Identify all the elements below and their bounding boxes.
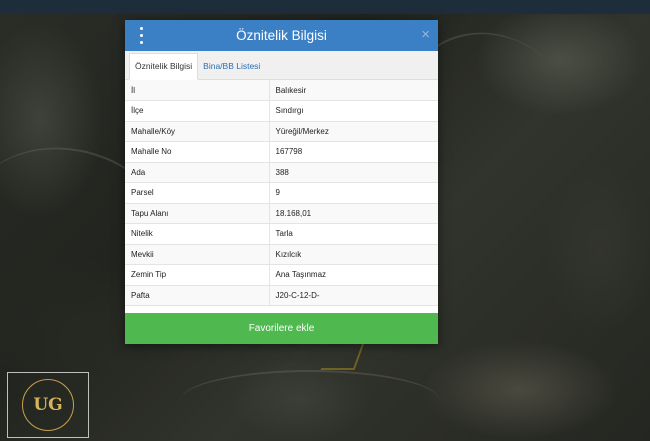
attribute-key: Tapu Alanı <box>125 203 270 224</box>
dialog-header: Öznitelik Bilgisi × <box>125 20 438 51</box>
attribute-value: Tarla <box>269 223 438 245</box>
attribute-key: Parsel <box>125 182 270 204</box>
attribute-value: Kızılcık <box>269 244 438 265</box>
tab-building-list[interactable]: Bina/BB Listesi <box>198 54 265 79</box>
attribute-table: İl Balıkesir İlçe Sındırgı Mahalle/Köy Yüreği… <box>125 80 438 306</box>
attribute-value: J20-C-12-D- <box>269 285 438 306</box>
table-row: Zemin Tip Ana Taşınmaz <box>125 264 438 286</box>
table-row: Parsel 9 <box>125 182 438 204</box>
attribute-value: 167798 <box>269 141 438 163</box>
table-row: Pafta J20-C-12-D- <box>125 285 438 306</box>
attribute-key: Pafta <box>125 285 270 306</box>
top-bar <box>0 0 650 14</box>
attribute-key: Zemin Tip <box>125 264 270 286</box>
table-row: Mahalle No 167798 <box>125 141 438 163</box>
attribute-key: İl <box>125 80 270 101</box>
attribute-value: 388 <box>269 162 438 183</box>
watermark-logo: UG <box>7 372 89 438</box>
attribute-value: Sındırgı <box>269 100 438 122</box>
attribute-key: Nitelik <box>125 223 270 245</box>
add-to-favorites-button[interactable]: Favorilere ekle <box>125 313 438 344</box>
close-icon[interactable]: × <box>421 26 430 43</box>
attribute-key: İlçe <box>125 100 270 122</box>
table-row: Nitelik Tarla <box>125 223 438 245</box>
attribute-dialog: Öznitelik Bilgisi × Öznitelik Bilgisi Bi… <box>125 20 438 344</box>
table-row: Mevkii Kızılcık <box>125 244 438 265</box>
tab-attributes[interactable]: Öznitelik Bilgisi <box>129 53 199 80</box>
attribute-value: Yüreğil/Merkez <box>269 121 438 142</box>
tab-bar: Öznitelik Bilgisi Bina/BB Listesi <box>125 51 438 80</box>
attribute-key: Mahalle/Köy <box>125 121 270 142</box>
table-row: Tapu Alanı 18.168,01 <box>125 203 438 224</box>
table-row: Mahalle/Köy Yüreğil/Merkez <box>125 121 438 142</box>
table-row: İlçe Sındırgı <box>125 100 438 122</box>
attribute-key: Mahalle No <box>125 141 270 163</box>
attribute-value: 9 <box>269 182 438 204</box>
attribute-key: Ada <box>125 162 270 183</box>
attribute-value: Balıkesir <box>269 80 438 101</box>
dialog-title: Öznitelik Bilgisi <box>236 28 327 43</box>
attribute-key: Mevkii <box>125 244 270 265</box>
logo-emblem: UG <box>22 379 74 431</box>
attribute-value: Ana Taşınmaz <box>269 264 438 286</box>
attribute-value: 18.168,01 <box>269 203 438 224</box>
table-row: Ada 388 <box>125 162 438 183</box>
more-vertical-icon[interactable] <box>135 27 147 44</box>
table-row: İl Balıkesir <box>125 80 438 101</box>
